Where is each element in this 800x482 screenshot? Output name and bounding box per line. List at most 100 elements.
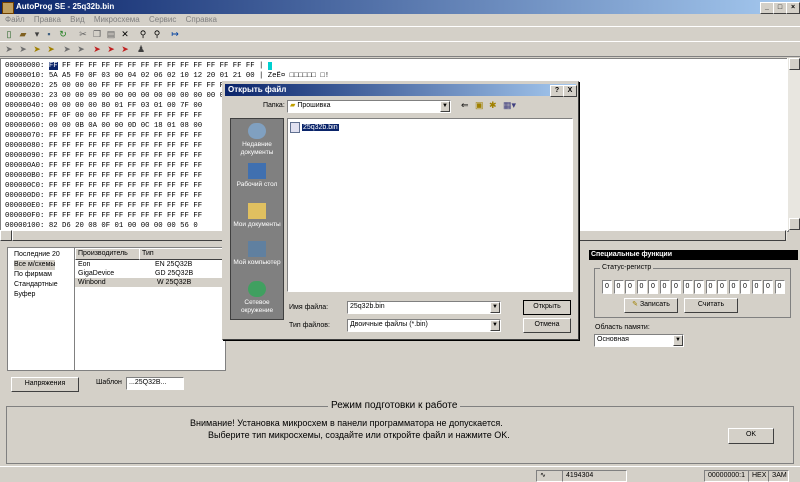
hex-row[interactable]: 000000D0: FF FF FF FF FF FF FF FF FF FF … (5, 191, 206, 201)
compare-chip-icon[interactable]: ➤ (76, 44, 86, 54)
hex-bytes[interactable]: FF 0F 00 00 FF FF FF FF FF FF FF FF (49, 112, 202, 120)
place-my-computer[interactable]: Мой компьютер (231, 241, 283, 267)
status-bit[interactable]: 0 (717, 280, 727, 294)
paste-icon[interactable]: ▤ (106, 29, 116, 39)
hex-row[interactable]: 00000010: 5A A5 F0 0F 03 00 04 02 06 02 … (5, 71, 329, 81)
template-field[interactable]: ...25Q32B... (126, 377, 184, 390)
column-header-manufacturer[interactable]: Производитель (75, 248, 141, 260)
status-bit[interactable]: 0 (636, 280, 647, 294)
cut-icon[interactable]: ✂ (78, 29, 88, 39)
scroll-down-arrow-icon[interactable] (789, 218, 800, 230)
hex-bytes[interactable]: FF FF FF FF FF FF FF FF FF FF FF FF (49, 212, 202, 220)
status-bit[interactable]: 0 (705, 280, 716, 294)
menu-help[interactable]: Справка (186, 14, 217, 25)
menu-file[interactable]: Файл (5, 14, 25, 25)
maximize-button[interactable]: □ (773, 2, 787, 14)
tree-item-standard[interactable]: Стандартные (14, 280, 58, 290)
blank-check-icon[interactable]: ➤ (32, 44, 42, 54)
hex-row[interactable]: 00000020: 25 00 00 00 FF FF FF FF FF FF … (5, 81, 259, 91)
chip-row[interactable]: Eon EN 25Q32B (75, 260, 223, 269)
status-bit[interactable]: 0 (625, 280, 635, 294)
place-desktop[interactable]: Рабочий стол (231, 163, 283, 189)
status-bit[interactable]: 0 (613, 280, 624, 294)
program-chip-icon[interactable]: ➤ (62, 44, 72, 54)
hex-bytes[interactable]: FF FF FF FF FF FF FF FF FF FF FF FF (49, 162, 202, 170)
chip-id-icon[interactable]: ♟ (136, 44, 146, 54)
dialog-close-button[interactable]: X (563, 85, 577, 97)
status-bit[interactable]: 0 (648, 280, 658, 294)
find-icon[interactable]: ⚲ (138, 29, 148, 39)
hex-row[interactable]: 000000F0: FF FF FF FF FF FF FF FF FF FF … (5, 211, 206, 221)
find-next-icon[interactable]: ⚲ (152, 29, 162, 39)
file-list[interactable]: 25q32b.bin (287, 118, 573, 292)
hex-row[interactable]: 000000E0: FF FF FF FF FF FF FF FF FF FF … (5, 201, 206, 211)
ok-button[interactable]: OK (728, 428, 774, 444)
read-register-button[interactable]: Считать (684, 298, 738, 313)
hex-bytes[interactable]: FF FF FF FF FF FF FF FF FF FF FF FF (49, 172, 202, 180)
filetype-select[interactable]: Двоичные файлы (*.bin) ▼ (347, 319, 501, 332)
menu-view[interactable]: Вид (70, 14, 84, 25)
minimize-button[interactable]: _ (760, 2, 774, 14)
hex-row[interactable]: 00000040: 00 00 00 00 80 01 FF 03 01 00 … (5, 101, 206, 111)
hex-bytes[interactable]: 00 00 0B 0A 00 00 0D 0C 18 01 08 00 (49, 122, 202, 130)
hex-row[interactable]: 00000050: FF 0F 00 00 FF FF FF FF FF FF … (5, 111, 206, 121)
delete-icon[interactable]: ✕ (120, 29, 130, 39)
hex-bytes[interactable]: FF FF FF FF FF FF FF FF FF FF FF FF (49, 182, 202, 190)
hex-bytes[interactable]: FF FF FF FF FF FF FF FF FF FF FF FF (49, 192, 202, 200)
place-network[interactable]: Сетевое окружение (231, 281, 283, 315)
up-folder-icon[interactable]: ▣ (475, 100, 484, 111)
hex-bytes[interactable]: FF FF FF FF FF FF FF FF FF FF FF FF (49, 132, 202, 140)
place-recent[interactable]: Недавние документы (231, 123, 283, 157)
dropdown-arrow-icon[interactable]: ▾ (32, 29, 42, 39)
hex-bytes[interactable]: 5A A5 F0 0F 03 00 04 02 06 02 10 12 20 0… (49, 72, 255, 80)
hex-row[interactable]: 00000000: FF FF FF FF FF FF FF FF FF FF … (5, 61, 273, 71)
erase-chip-icon[interactable]: ➤ (46, 44, 56, 54)
chevron-down-icon[interactable]: ▼ (490, 320, 500, 331)
status-bit[interactable]: 0 (682, 280, 693, 294)
scroll-left-arrow-icon[interactable] (0, 230, 12, 241)
open-button[interactable]: Открыть (523, 300, 571, 315)
unprotect-icon[interactable]: ➤ (120, 44, 130, 54)
hex-row[interactable]: 000000B0: FF FF FF FF FF FF FF FF FF FF … (5, 171, 206, 181)
status-bit[interactable]: 0 (751, 280, 762, 294)
chevron-down-icon[interactable]: ▼ (490, 302, 500, 313)
tree-item-all-chips[interactable]: Все м/схемы (14, 260, 56, 270)
new-file-icon[interactable]: ▯ (4, 29, 14, 39)
chip-row[interactable]: GigaDevice GD 25Q32B (75, 269, 223, 278)
auto-program-icon[interactable]: ➤ (92, 44, 102, 54)
chevron-down-icon[interactable]: ▼ (673, 335, 683, 346)
file-item[interactable]: 25q32b.bin (290, 122, 339, 133)
menu-edit[interactable]: Правка (34, 14, 61, 25)
hex-ascii[interactable]: | ZеЁ¤ □□□□□□ □! (259, 72, 329, 80)
cancel-button[interactable]: Отмена (523, 318, 571, 333)
save-icon[interactable]: ▪ (44, 29, 54, 39)
hex-ascii[interactable]: | (259, 62, 273, 70)
menu-service[interactable]: Сервис (149, 14, 176, 25)
hex-bytes[interactable]: FF FF FF FF FF FF FF FF FF FF FF FF FF F… (48, 62, 255, 70)
copy-icon[interactable]: ❐ (92, 29, 102, 39)
view-menu-icon[interactable]: ▦▾ (503, 100, 516, 111)
hex-row[interactable]: 000000A0: FF FF FF FF FF FF FF FF FF FF … (5, 161, 206, 171)
selected-byte[interactable]: FF (48, 62, 58, 70)
hex-row[interactable]: 00000060: 00 00 0B 0A 00 00 0D 0C 18 01 … (5, 121, 206, 131)
hex-bytes[interactable]: FF FF FF FF FF FF FF FF FF FF FF FF (49, 152, 202, 160)
hex-bytes[interactable]: FF FF FF FF FF FF FF FF FF FF FF FF (49, 202, 202, 210)
place-my-documents[interactable]: Мои документы (231, 203, 283, 229)
scroll-up-arrow-icon[interactable] (789, 58, 800, 70)
column-header-type[interactable]: Тип (139, 248, 227, 260)
status-bit[interactable]: 0 (671, 280, 681, 294)
back-icon[interactable]: ⇐ (461, 100, 469, 111)
hex-bytes[interactable]: 82 D6 20 08 0F 01 00 00 00 00 56 0 (49, 222, 198, 230)
hex-row[interactable]: 000000C0: FF FF FF FF FF FF FF FF FF FF … (5, 181, 206, 191)
menu-chip[interactable]: Микросхема (94, 14, 140, 25)
tree-item-recent[interactable]: Последние 20 (14, 250, 60, 260)
hex-bytes[interactable]: 00 00 00 00 80 01 FF 03 01 00 7F 00 (49, 102, 202, 110)
write-register-button[interactable]: ✎ Записать (624, 298, 678, 313)
verify-chip-icon[interactable]: ➤ (18, 44, 28, 54)
hex-row[interactable]: 00000070: FF FF FF FF FF FF FF FF FF FF … (5, 131, 206, 141)
status-bit[interactable]: 0 (774, 280, 785, 294)
close-button[interactable]: × (786, 2, 800, 14)
hex-row[interactable]: 00000030: 23 00 00 09 00 00 00 00 00 00 … (5, 91, 259, 101)
chip-row[interactable]: Winbond W 25Q32B (75, 278, 223, 287)
status-bit[interactable]: 0 (602, 280, 612, 294)
